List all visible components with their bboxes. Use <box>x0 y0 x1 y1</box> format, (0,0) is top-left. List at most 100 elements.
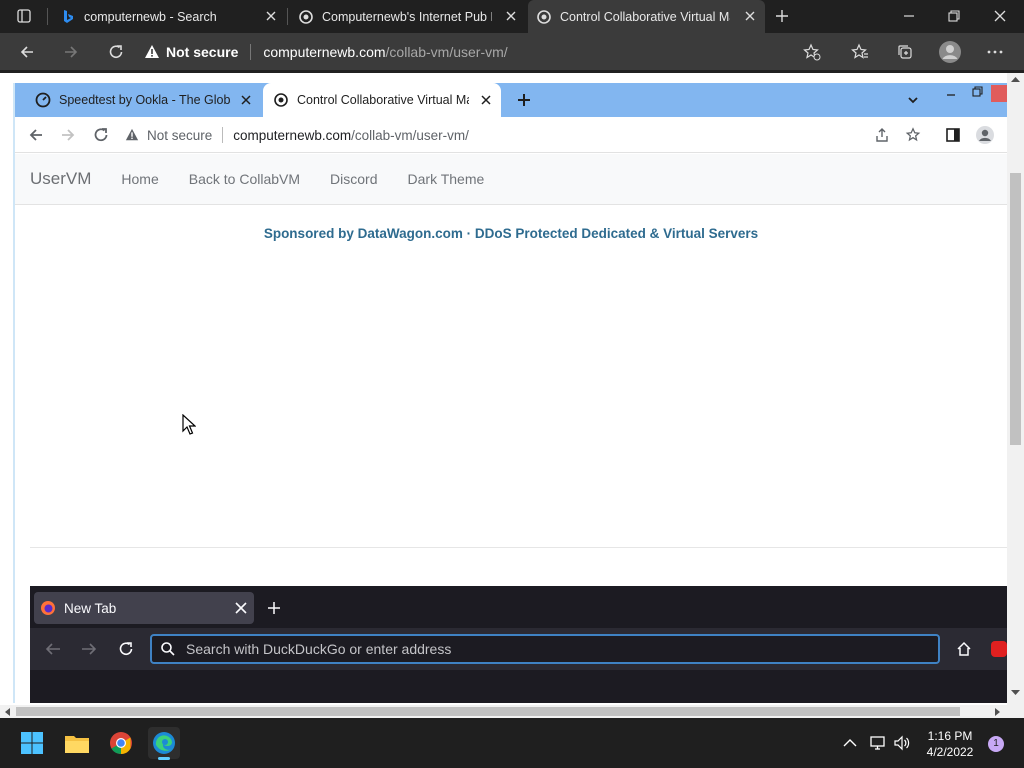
vm-address-bar[interactable]: Not secure computernewb.com/collab-vm/us… <box>125 121 915 149</box>
vm-tab-title: Control Collaborative Virtual Machine <box>297 93 469 107</box>
minimize-icon[interactable] <box>897 4 921 28</box>
mouse-cursor-icon <box>182 414 196 435</box>
site-brand[interactable]: UserVM <box>30 169 91 189</box>
search-placeholder: Search with DuckDuckGo or enter address <box>186 641 452 657</box>
network-icon[interactable] <box>866 727 890 759</box>
bookmark-star-icon[interactable] <box>901 123 925 147</box>
chrome-icon <box>110 732 132 754</box>
windows-taskbar: 1:16 PM 4/2/2022 1 <box>0 718 1024 768</box>
refresh-icon[interactable] <box>117 640 135 658</box>
edge-tab-strip: computernewb - Search Computernewb's Int… <box>0 0 1024 33</box>
edge-tab-search[interactable]: computernewb - Search <box>50 0 286 33</box>
chevron-up-icon <box>843 739 857 747</box>
firefox-tab-new-tab[interactable]: New Tab <box>34 592 254 624</box>
tab-search-icon[interactable] <box>901 88 925 112</box>
profile-avatar[interactable] <box>936 38 964 66</box>
restore-icon[interactable] <box>942 4 966 28</box>
chrome-button[interactable] <box>105 727 137 759</box>
site-favicon-icon <box>299 9 313 24</box>
close-tab-icon[interactable] <box>234 601 248 615</box>
close-tab-icon[interactable] <box>479 93 493 107</box>
home-icon[interactable] <box>955 640 973 658</box>
show-hidden-icons[interactable] <box>838 727 862 759</box>
vm-tab-speedtest[interactable]: Speedtest by Ookla - The Global Broadban… <box>25 83 261 117</box>
forward-icon[interactable] <box>59 40 83 64</box>
edge-tab-title: Control Collaborative Virtual Machine <box>560 9 730 24</box>
share-icon[interactable] <box>870 123 894 147</box>
site-navbar: UserVM Home Back to CollabVM Discord Dar… <box>15 154 1007 205</box>
vm-tab-title: Speedtest by Ookla - The Global Broadban… <box>59 93 231 107</box>
youtube-icon[interactable] <box>991 641 1007 657</box>
edge-tab-pub-hub[interactable]: Computernewb's Internet Pub Hub <box>290 0 526 33</box>
edge-tab-title: computernewb - Search <box>84 9 217 24</box>
warning-icon <box>145 44 159 58</box>
favorites-icon[interactable] <box>848 40 872 64</box>
horizontal-scroll-thumb[interactable] <box>16 707 960 716</box>
edge-button[interactable] <box>148 727 180 760</box>
nav-back-to-collabvm[interactable]: Back to CollabVM <box>189 171 300 187</box>
vertical-scroll-thumb[interactable] <box>1010 173 1021 445</box>
windows-logo-icon <box>21 732 43 754</box>
clock-date: 4/2/2022 <box>926 745 974 759</box>
side-panel-icon[interactable] <box>941 123 965 147</box>
close-window-icon[interactable] <box>988 4 1012 28</box>
collections-icon[interactable] <box>893 40 917 64</box>
sponsor-link[interactable]: Sponsored by DataWagon.com · DDoS Protec… <box>15 226 1007 241</box>
vm-chrome-tab-strip: Speedtest by Ookla - The Global Broadban… <box>15 83 1007 117</box>
search-icon <box>161 642 175 656</box>
url-path: /collab-vm/user-vm/ <box>385 43 508 60</box>
new-tab-icon[interactable] <box>512 88 536 112</box>
tab-actions-icon[interactable] <box>12 4 36 28</box>
site-favicon-icon <box>537 9 551 24</box>
not-secure-label: Not secure <box>147 127 213 143</box>
nav-dark-theme[interactable]: Dark Theme <box>408 171 485 187</box>
close-tab-icon[interactable] <box>743 9 757 23</box>
file-explorer-button[interactable] <box>61 727 93 759</box>
restore-icon[interactable] <box>965 80 989 104</box>
volume-icon[interactable] <box>890 727 914 759</box>
warning-icon <box>125 128 139 141</box>
edge-tab-collabvm[interactable]: Control Collaborative Virtual Machine <box>528 0 765 33</box>
refresh-icon[interactable] <box>104 40 128 64</box>
profile-avatar[interactable] <box>973 123 997 147</box>
new-tab-icon[interactable] <box>770 4 794 28</box>
edge-icon <box>153 732 175 754</box>
notification-badge[interactable]: 1 <box>988 736 1004 752</box>
close-window-button[interactable] <box>991 85 1007 102</box>
forward-icon[interactable] <box>80 641 98 657</box>
firefox-icon <box>41 601 55 615</box>
nav-home[interactable]: Home <box>121 171 158 187</box>
firefox-tab-title: New Tab <box>64 600 117 616</box>
start-button[interactable] <box>16 727 48 759</box>
refresh-icon[interactable] <box>89 123 113 147</box>
url-host: computernewb.com <box>233 127 352 143</box>
bing-icon <box>64 9 73 23</box>
back-icon[interactable] <box>44 641 62 657</box>
minimize-icon[interactable] <box>939 83 963 107</box>
nav-discord[interactable]: Discord <box>330 171 377 187</box>
horizontal-scrollbar[interactable] <box>0 705 1024 718</box>
clock-time: 1:16 PM <box>927 729 973 743</box>
edge-toolbar: Not secure computernewb.com/collab-vm/us… <box>0 33 1024 70</box>
new-tab-icon[interactable] <box>266 600 282 616</box>
close-tab-icon[interactable] <box>504 9 518 23</box>
system-clock[interactable]: 1:16 PM 4/2/2022 <box>918 728 982 760</box>
back-icon[interactable] <box>24 123 48 147</box>
back-icon[interactable] <box>15 40 39 64</box>
vm-firefox-window: New Tab Search with DuckDuckGo or enter … <box>30 586 1007 703</box>
speedtest-icon <box>35 92 51 108</box>
content-divider <box>30 547 1007 548</box>
vm-tab-collabvm[interactable]: Control Collaborative Virtual Machine <box>263 83 501 117</box>
close-tab-icon[interactable] <box>239 93 253 107</box>
edge-tab-title: Computernewb's Internet Pub Hub <box>322 9 492 24</box>
close-tab-icon[interactable] <box>264 9 278 23</box>
url-host: computernewb.com <box>263 43 386 60</box>
firefox-search-input[interactable]: Search with DuckDuckGo or enter address <box>150 634 940 664</box>
vertical-scrollbar[interactable] <box>1007 73 1024 705</box>
more-menu-icon[interactable] <box>983 40 1007 64</box>
not-secure-label: Not secure <box>166 43 239 60</box>
firefox-toolbar: Search with DuckDuckGo or enter address <box>30 628 1007 670</box>
add-favorite-icon[interactable] <box>800 40 824 64</box>
edge-address-bar[interactable]: Not secure computernewb.com/collab-vm/us… <box>144 36 834 67</box>
forward-icon[interactable] <box>56 123 80 147</box>
